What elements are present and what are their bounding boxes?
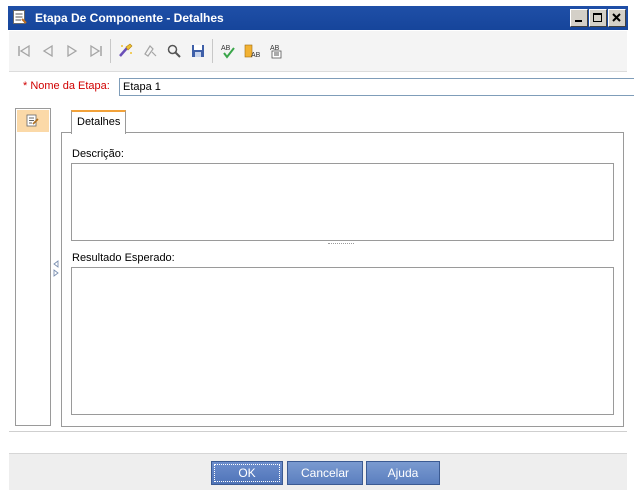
- description-label: Descrição:: [72, 148, 124, 160]
- svg-text:AB: AB: [221, 45, 231, 52]
- last-record-icon[interactable]: [87, 42, 105, 60]
- ok-button[interactable]: OK: [211, 461, 283, 485]
- help-button[interactable]: Ajuda: [366, 461, 440, 485]
- side-panel: [15, 108, 51, 426]
- close-icon[interactable]: [608, 9, 626, 27]
- expected-result-label: Resultado Esperado:: [72, 252, 175, 264]
- svg-text:AB: AB: [251, 52, 261, 59]
- tab-details[interactable]: Detalhes: [71, 110, 126, 134]
- first-record-icon[interactable]: [15, 42, 33, 60]
- next-record-icon[interactable]: [63, 42, 81, 60]
- maximize-icon[interactable]: [589, 9, 607, 27]
- window-title: Etapa De Componente - Detalhes: [35, 11, 224, 25]
- cancel-button-label: Cancelar: [300, 466, 350, 480]
- tab-container: Detalhes Descrição: Resultado Esperado:: [61, 108, 624, 427]
- document-edit-icon: [26, 114, 39, 127]
- dialog-window: Etapa De Componente - Detalhes AB AB AB …: [0, 0, 634, 490]
- window-app-icon: [13, 10, 27, 25]
- divider: [9, 431, 627, 432]
- step-name-row: * Nome da Etapa: Etapa 1: [9, 76, 634, 98]
- cancel-button[interactable]: Cancelar: [287, 461, 363, 485]
- previous-record-icon[interactable]: [39, 42, 57, 60]
- help-button-label: Ajuda: [387, 466, 419, 480]
- field-splitter[interactable]: [328, 243, 354, 246]
- toolbar-separator: [212, 39, 213, 63]
- ok-button-label: OK: [238, 466, 256, 480]
- spelling-options-icon[interactable]: AB: [267, 42, 285, 60]
- minimize-icon[interactable]: [570, 9, 588, 27]
- clear-icon[interactable]: [117, 42, 135, 60]
- expected-result-field[interactable]: [71, 267, 614, 415]
- tab-details-label: Detalhes: [77, 116, 121, 128]
- details-panel-button[interactable]: [17, 110, 49, 132]
- step-name-label: * Nome da Etapa:: [23, 80, 110, 92]
- title-bar[interactable]: Etapa De Componente - Detalhes: [8, 6, 628, 30]
- description-field[interactable]: [71, 163, 614, 241]
- save-icon[interactable]: [189, 42, 207, 60]
- step-name-input[interactable]: Etapa 1: [119, 78, 634, 96]
- search-icon[interactable]: [165, 42, 183, 60]
- details-tab-panel: Descrição: Resultado Esperado:: [61, 132, 624, 427]
- toolbar: AB AB AB: [9, 31, 627, 72]
- insert-parameter-icon[interactable]: [141, 42, 159, 60]
- button-bar: OK Cancelar Ajuda: [9, 453, 627, 490]
- spell-check-icon[interactable]: AB: [219, 42, 237, 60]
- collapse-arrows-icon: [53, 260, 59, 277]
- panel-collapse-toggle[interactable]: [51, 258, 61, 284]
- thesaurus-icon[interactable]: AB: [243, 42, 261, 60]
- toolbar-separator: [110, 39, 111, 63]
